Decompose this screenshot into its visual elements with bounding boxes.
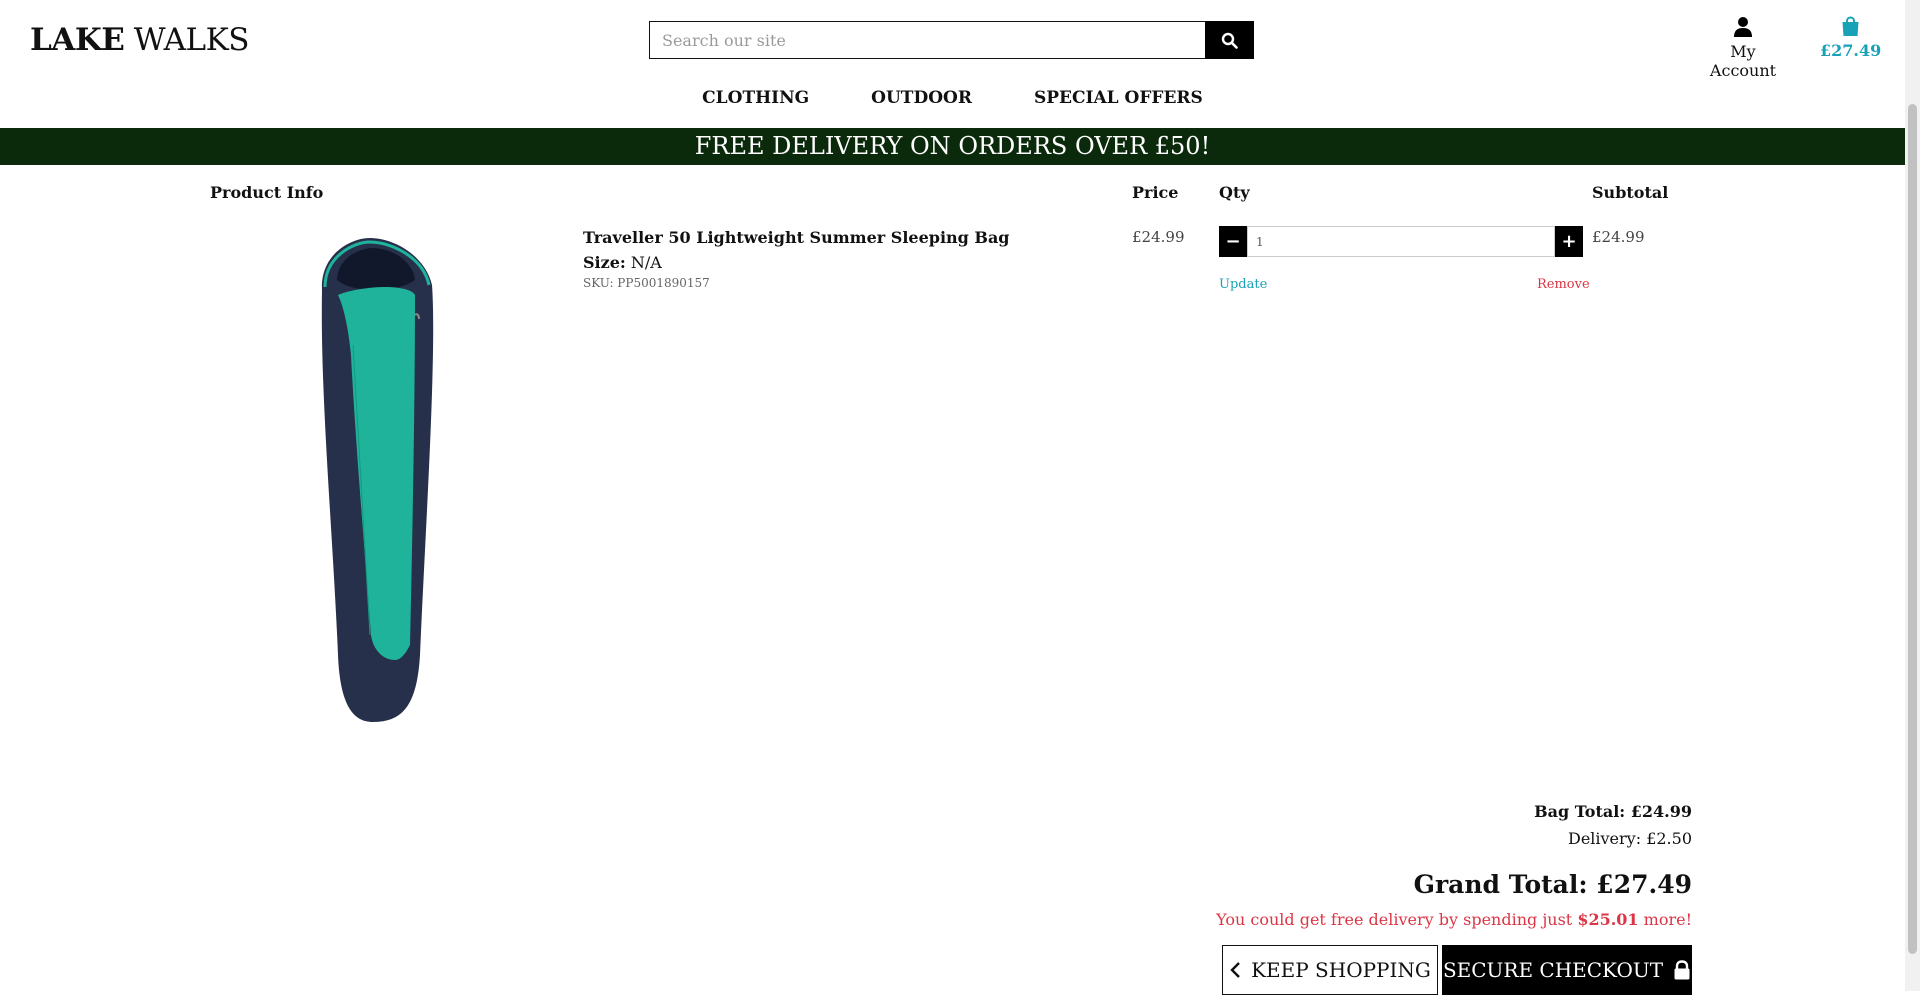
product-price: £24.99 (1132, 228, 1185, 246)
logo-word-1: LAKE (30, 22, 125, 58)
free-delivery-suffix: more! (1638, 910, 1692, 929)
size-label: Size: (583, 253, 626, 272)
search-button[interactable] (1205, 21, 1254, 59)
free-delivery-banner: FREE DELIVERY ON ORDERS OVER £50! (0, 128, 1905, 165)
remove-link[interactable]: Remove (1537, 277, 1590, 292)
secure-checkout-button[interactable]: SECURE CHECKOUT (1442, 945, 1692, 995)
header-qty: Qty (1219, 183, 1250, 202)
shopping-bag-icon (1842, 16, 1858, 36)
search-form (649, 21, 1254, 59)
header-product-info: Product Info (210, 183, 324, 202)
nav-special-offers[interactable]: SPECIAL OFFERS (1034, 88, 1203, 108)
main-nav: CLOTHING OUTDOOR SPECIAL OFFERS (0, 88, 1905, 108)
increment-button[interactable]: + (1555, 226, 1583, 257)
header-subtotal: Subtotal (1592, 183, 1669, 202)
nav-outdoor[interactable]: OUTDOOR (871, 88, 972, 108)
bag-total-summary: Bag Total: £24.99 (1534, 802, 1692, 821)
free-delivery-message: You could get free delivery by spending … (1216, 910, 1692, 929)
product-subtotal: £24.99 (1592, 228, 1645, 246)
product-size: Size: N/A (583, 253, 662, 272)
shopping-bag-link[interactable]: £27.49 (1820, 16, 1882, 60)
free-delivery-amount: $25.01 (1577, 910, 1639, 929)
nav-clothing[interactable]: CLOTHING (702, 88, 809, 108)
minus-icon: − (1225, 231, 1241, 252)
user-icon (1734, 17, 1752, 37)
chevron-left-icon (1230, 962, 1240, 978)
free-delivery-prefix: You could get free delivery by spending … (1216, 910, 1578, 929)
product-name[interactable]: Traveller 50 Lightweight Summer Sleeping… (583, 228, 1010, 247)
quantity-stepper: − + (1219, 226, 1583, 257)
logo-word-2: WALKS (133, 22, 250, 58)
header-price: Price (1132, 183, 1179, 202)
delivery-cost: Delivery: £2.50 (1567, 829, 1692, 848)
product-sku: SKU: PP5001890157 (583, 276, 710, 290)
my-account-label: My Account (1709, 42, 1777, 80)
scrollbar-thumb[interactable] (1908, 104, 1917, 954)
size-value: N/A (630, 253, 662, 272)
keep-shopping-label: KEEP SHOPPING (1251, 958, 1431, 982)
search-input[interactable] (649, 21, 1205, 59)
quantity-input[interactable] (1247, 226, 1555, 257)
site-logo[interactable]: LAKE WALKS (30, 22, 249, 58)
my-account-link[interactable]: My Account (1695, 16, 1791, 80)
decrement-button[interactable]: − (1219, 226, 1247, 257)
page-scrollbar[interactable] (1905, 0, 1920, 991)
keep-shopping-button[interactable]: KEEP SHOPPING (1222, 945, 1438, 995)
product-image[interactable] (295, 235, 495, 725)
plus-icon: + (1561, 231, 1577, 252)
grand-total: Grand Total: £27.49 (1413, 870, 1692, 899)
lock-icon (1674, 960, 1690, 980)
bag-total: £27.49 (1820, 41, 1882, 60)
update-link[interactable]: Update (1219, 277, 1267, 292)
secure-checkout-label: SECURE CHECKOUT (1442, 958, 1664, 982)
search-icon (1221, 32, 1238, 49)
